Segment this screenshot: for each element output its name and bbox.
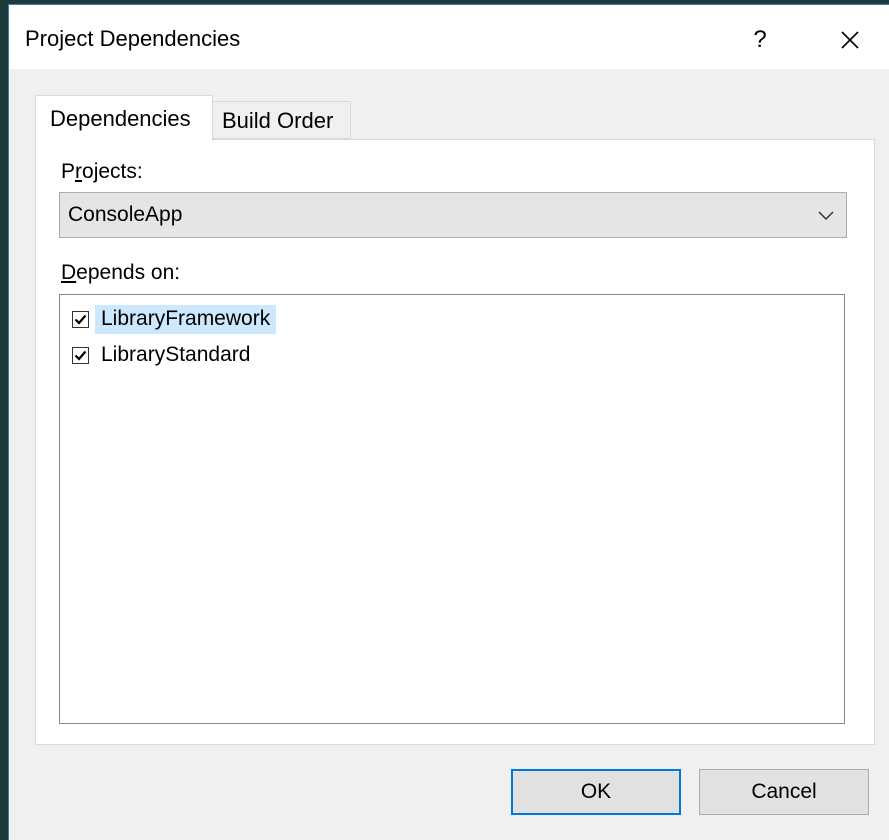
tab-build-order[interactable]: Build Order bbox=[213, 101, 351, 139]
projects-dropdown-value: ConsoleApp bbox=[68, 203, 183, 226]
depends-on-label: Depends on: bbox=[61, 261, 181, 284]
tab-build-order-label: Build Order bbox=[222, 108, 334, 133]
dialog-title: Project Dependencies bbox=[25, 26, 241, 51]
project-dependencies-dialog: Project Dependencies ? Dependencies Buil… bbox=[8, 4, 889, 840]
cancel-button[interactable]: Cancel bbox=[699, 769, 869, 815]
tab-dependencies[interactable]: Dependencies bbox=[35, 95, 213, 141]
title-bar: Project Dependencies ? bbox=[9, 5, 889, 69]
checkbox-libraryframework[interactable] bbox=[72, 310, 89, 328]
checkmark-icon bbox=[74, 314, 87, 325]
projects-dropdown[interactable]: ConsoleApp bbox=[59, 192, 847, 238]
ok-button-label: OK bbox=[580, 780, 612, 803]
list-item-libraryframework[interactable]: LibraryFramework bbox=[72, 303, 277, 335]
ok-button[interactable]: OK bbox=[511, 769, 681, 815]
chevron-down-icon bbox=[818, 211, 834, 221]
help-button[interactable]: ? bbox=[737, 17, 783, 63]
help-icon: ? bbox=[753, 26, 767, 53]
tab-dependencies-label: Dependencies bbox=[50, 106, 191, 131]
close-button[interactable] bbox=[827, 17, 873, 63]
depends-on-list[interactable]: LibraryFramework LibraryStandard bbox=[59, 294, 845, 724]
projects-label: Projects: bbox=[61, 160, 143, 183]
cancel-button-label: Cancel bbox=[751, 780, 817, 803]
checkmark-icon bbox=[74, 350, 87, 361]
checkbox-librarystandard[interactable] bbox=[72, 346, 89, 364]
list-item-label: LibraryFramework bbox=[95, 304, 277, 334]
list-item-label: LibraryStandard bbox=[101, 342, 251, 366]
list-item-librarystandard[interactable]: LibraryStandard bbox=[72, 339, 256, 371]
close-icon bbox=[841, 31, 859, 49]
